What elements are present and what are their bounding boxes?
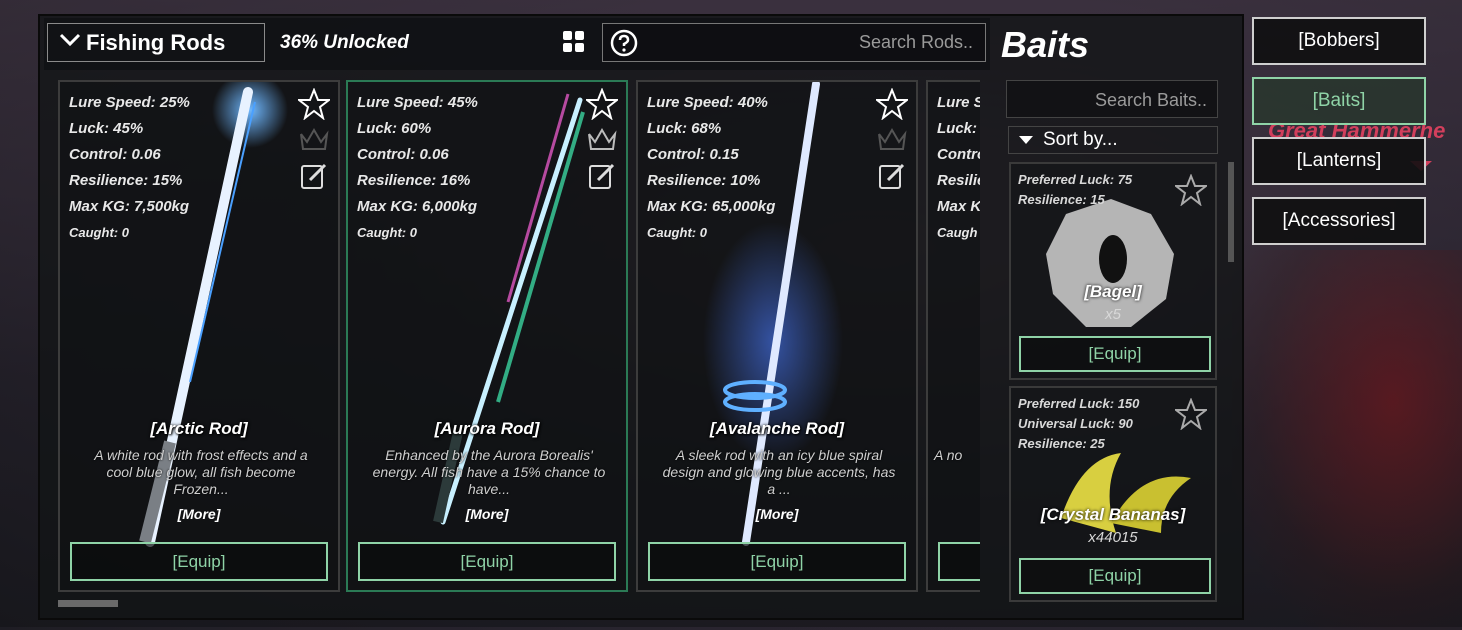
bait-stat: Universal Luck: 90 xyxy=(1018,416,1133,431)
edit-icon[interactable] xyxy=(876,160,908,192)
equip-button[interactable]: [Equip] xyxy=(358,542,616,581)
rod-card-partial[interactable]: Lure S Luck: 5 Contro Resilie Max K Caug… xyxy=(926,80,980,592)
rods-category-dropdown[interactable]: Fishing Rods xyxy=(47,23,265,62)
rod-stats: Lure Speed: 25% Luck: 45% Control: 0.06 … xyxy=(69,90,190,246)
stat-resilience: Resilience: 16% xyxy=(357,172,471,189)
bait-quantity: x5 xyxy=(1105,306,1121,323)
crown-icon[interactable] xyxy=(298,124,330,156)
stat-max-kg: Max KG: 65,000kg xyxy=(647,198,776,215)
bait-list[interactable]: Preferred Luck: 75 Resilience: 15 [Bagel… xyxy=(1007,162,1219,602)
stat-luck: Luck: 5 xyxy=(937,120,980,137)
bait-stat: Resilience: 15 xyxy=(1018,192,1105,207)
bait-stat: Preferred Luck: 75 xyxy=(1018,172,1133,187)
baits-scrollbar[interactable] xyxy=(1228,162,1234,262)
equip-button[interactable]: [Equip] xyxy=(70,542,328,581)
edit-icon[interactable] xyxy=(586,160,618,192)
tab-baits[interactable]: [Baits] xyxy=(1252,77,1426,125)
stat-lure-speed: Lure S xyxy=(937,94,980,111)
rod-description: A white rod with frost effects and a coo… xyxy=(94,447,308,497)
favorite-star-icon[interactable] xyxy=(1173,173,1209,207)
rods-scrollbar[interactable] xyxy=(58,600,118,607)
rod-card-actions xyxy=(584,87,620,196)
rod-stats: Lure Speed: 40% Luck: 68% Control: 0.15 … xyxy=(647,90,775,246)
more-link[interactable]: [More] xyxy=(60,506,338,522)
tab-bobbers[interactable]: [Bobbers] xyxy=(1252,17,1426,65)
stat-resilience: Resilience: 15% xyxy=(69,172,183,189)
stat-control: Control: 0.06 xyxy=(357,146,449,163)
more-link[interactable]: [More] xyxy=(638,506,916,522)
stat-luck: Luck: 68% xyxy=(647,120,722,137)
bait-card-bagel[interactable]: Preferred Luck: 75 Resilience: 15 [Bagel… xyxy=(1009,162,1217,380)
rod-name: [Avalanche Rod] xyxy=(709,419,845,438)
stat-luck: Luck: 60% xyxy=(357,120,432,137)
bait-stat: Preferred Luck: 150 xyxy=(1018,396,1140,411)
caret-down-icon xyxy=(1019,136,1033,144)
edit-icon[interactable] xyxy=(298,160,330,192)
rod-name: [Aurora Rod] xyxy=(434,419,540,438)
stat-lure-speed: Lure Speed: 40% xyxy=(647,94,768,111)
grid-view-icon[interactable] xyxy=(562,30,586,54)
stat-caught: Caught: 0 xyxy=(647,225,707,240)
rod-card-arctic[interactable]: Lure Speed: 25% Luck: 45% Control: 0.06 … xyxy=(58,80,340,592)
stat-caught: Caught: 0 xyxy=(69,225,129,240)
rod-card-avalanche[interactable]: Lure Speed: 40% Luck: 68% Control: 0.15 … xyxy=(636,80,918,592)
stat-control: Contro xyxy=(937,146,980,163)
rods-title: Fishing Rods xyxy=(86,29,226,55)
crown-icon[interactable] xyxy=(586,124,618,156)
bait-name: [Bagel] xyxy=(1084,282,1142,301)
equip-button[interactable]: [Equip] xyxy=(1019,336,1211,372)
baits-title: Baits xyxy=(1001,24,1090,65)
help-icon[interactable] xyxy=(610,29,638,57)
bait-name: [Crystal Bananas] xyxy=(1040,505,1186,524)
unlocked-percentage: 36% Unlocked xyxy=(280,32,409,53)
chevron-down-icon xyxy=(58,32,86,53)
equip-button[interactable]: [Equip] xyxy=(1019,558,1211,594)
favorite-star-icon[interactable] xyxy=(874,87,910,121)
bait-stats: Preferred Luck: 75 Resilience: 15 xyxy=(1018,170,1132,210)
rod-name: [Arctic Rod] xyxy=(150,419,248,438)
favorite-star-icon[interactable] xyxy=(1173,397,1209,431)
equip-button[interactable]: [Equip] xyxy=(648,542,906,581)
rod-description: A no xyxy=(934,447,963,463)
stat-max-kg: Max KG: 7,500kg xyxy=(69,198,190,215)
stat-lure-speed: Lure Speed: 25% xyxy=(69,94,190,111)
bait-stat: Resilience: 25 xyxy=(1018,436,1105,451)
stat-max-kg: Max K xyxy=(937,198,980,215)
stat-control: Control: 0.06 xyxy=(69,146,161,163)
equip-button[interactable] xyxy=(938,542,980,581)
rod-card-actions xyxy=(874,87,910,196)
more-link[interactable]: [More] xyxy=(348,506,626,522)
sort-by-label: Sort by... xyxy=(1043,129,1118,150)
bait-quantity: x44015 xyxy=(1088,529,1138,546)
stat-resilience: Resilience: 10% xyxy=(647,172,761,189)
favorite-star-icon[interactable] xyxy=(296,87,332,121)
world-red-glow xyxy=(1232,250,1462,630)
rod-stats: Lure Speed: 45% Luck: 60% Control: 0.06 … xyxy=(357,90,478,246)
crown-icon[interactable] xyxy=(876,124,908,156)
bait-card-crystal-bananas[interactable]: Preferred Luck: 150 Universal Luck: 90 R… xyxy=(1009,386,1217,602)
rod-stats: Lure S Luck: 5 Contro Resilie Max K Caug… xyxy=(937,90,980,246)
stat-control: Control: 0.15 xyxy=(647,146,739,163)
stat-lure-speed: Lure Speed: 45% xyxy=(357,94,478,111)
rod-description: Enhanced by the Aurora Borealis' energy.… xyxy=(372,447,606,497)
rod-card-actions xyxy=(296,87,332,196)
stat-max-kg: Max KG: 6,000kg xyxy=(357,198,478,215)
stat-caught: Caught: 0 xyxy=(357,225,417,240)
stat-resilience: Resilie xyxy=(937,172,980,189)
tab-accessories[interactable]: [Accessories] xyxy=(1252,197,1426,245)
tab-lanterns[interactable]: [Lanterns] xyxy=(1252,137,1426,185)
rod-description: A sleek rod with an icy blue spiral desi… xyxy=(662,447,896,497)
search-rods-input[interactable]: Search Rods.. xyxy=(602,23,986,62)
favorite-star-icon[interactable] xyxy=(584,87,620,121)
rod-cards-scroll[interactable]: Lure Speed: 25% Luck: 45% Control: 0.06 … xyxy=(58,80,980,592)
stat-luck: Luck: 45% xyxy=(69,120,144,137)
bait-stats: Preferred Luck: 150 Universal Luck: 90 R… xyxy=(1018,394,1139,454)
sort-by-dropdown[interactable]: Sort by... xyxy=(1008,126,1218,154)
search-baits-input[interactable]: Search Baits.. xyxy=(1006,80,1218,118)
rod-card-aurora[interactable]: Lure Speed: 45% Luck: 60% Control: 0.06 … xyxy=(346,80,628,592)
stat-caught: Caugh xyxy=(937,225,978,240)
